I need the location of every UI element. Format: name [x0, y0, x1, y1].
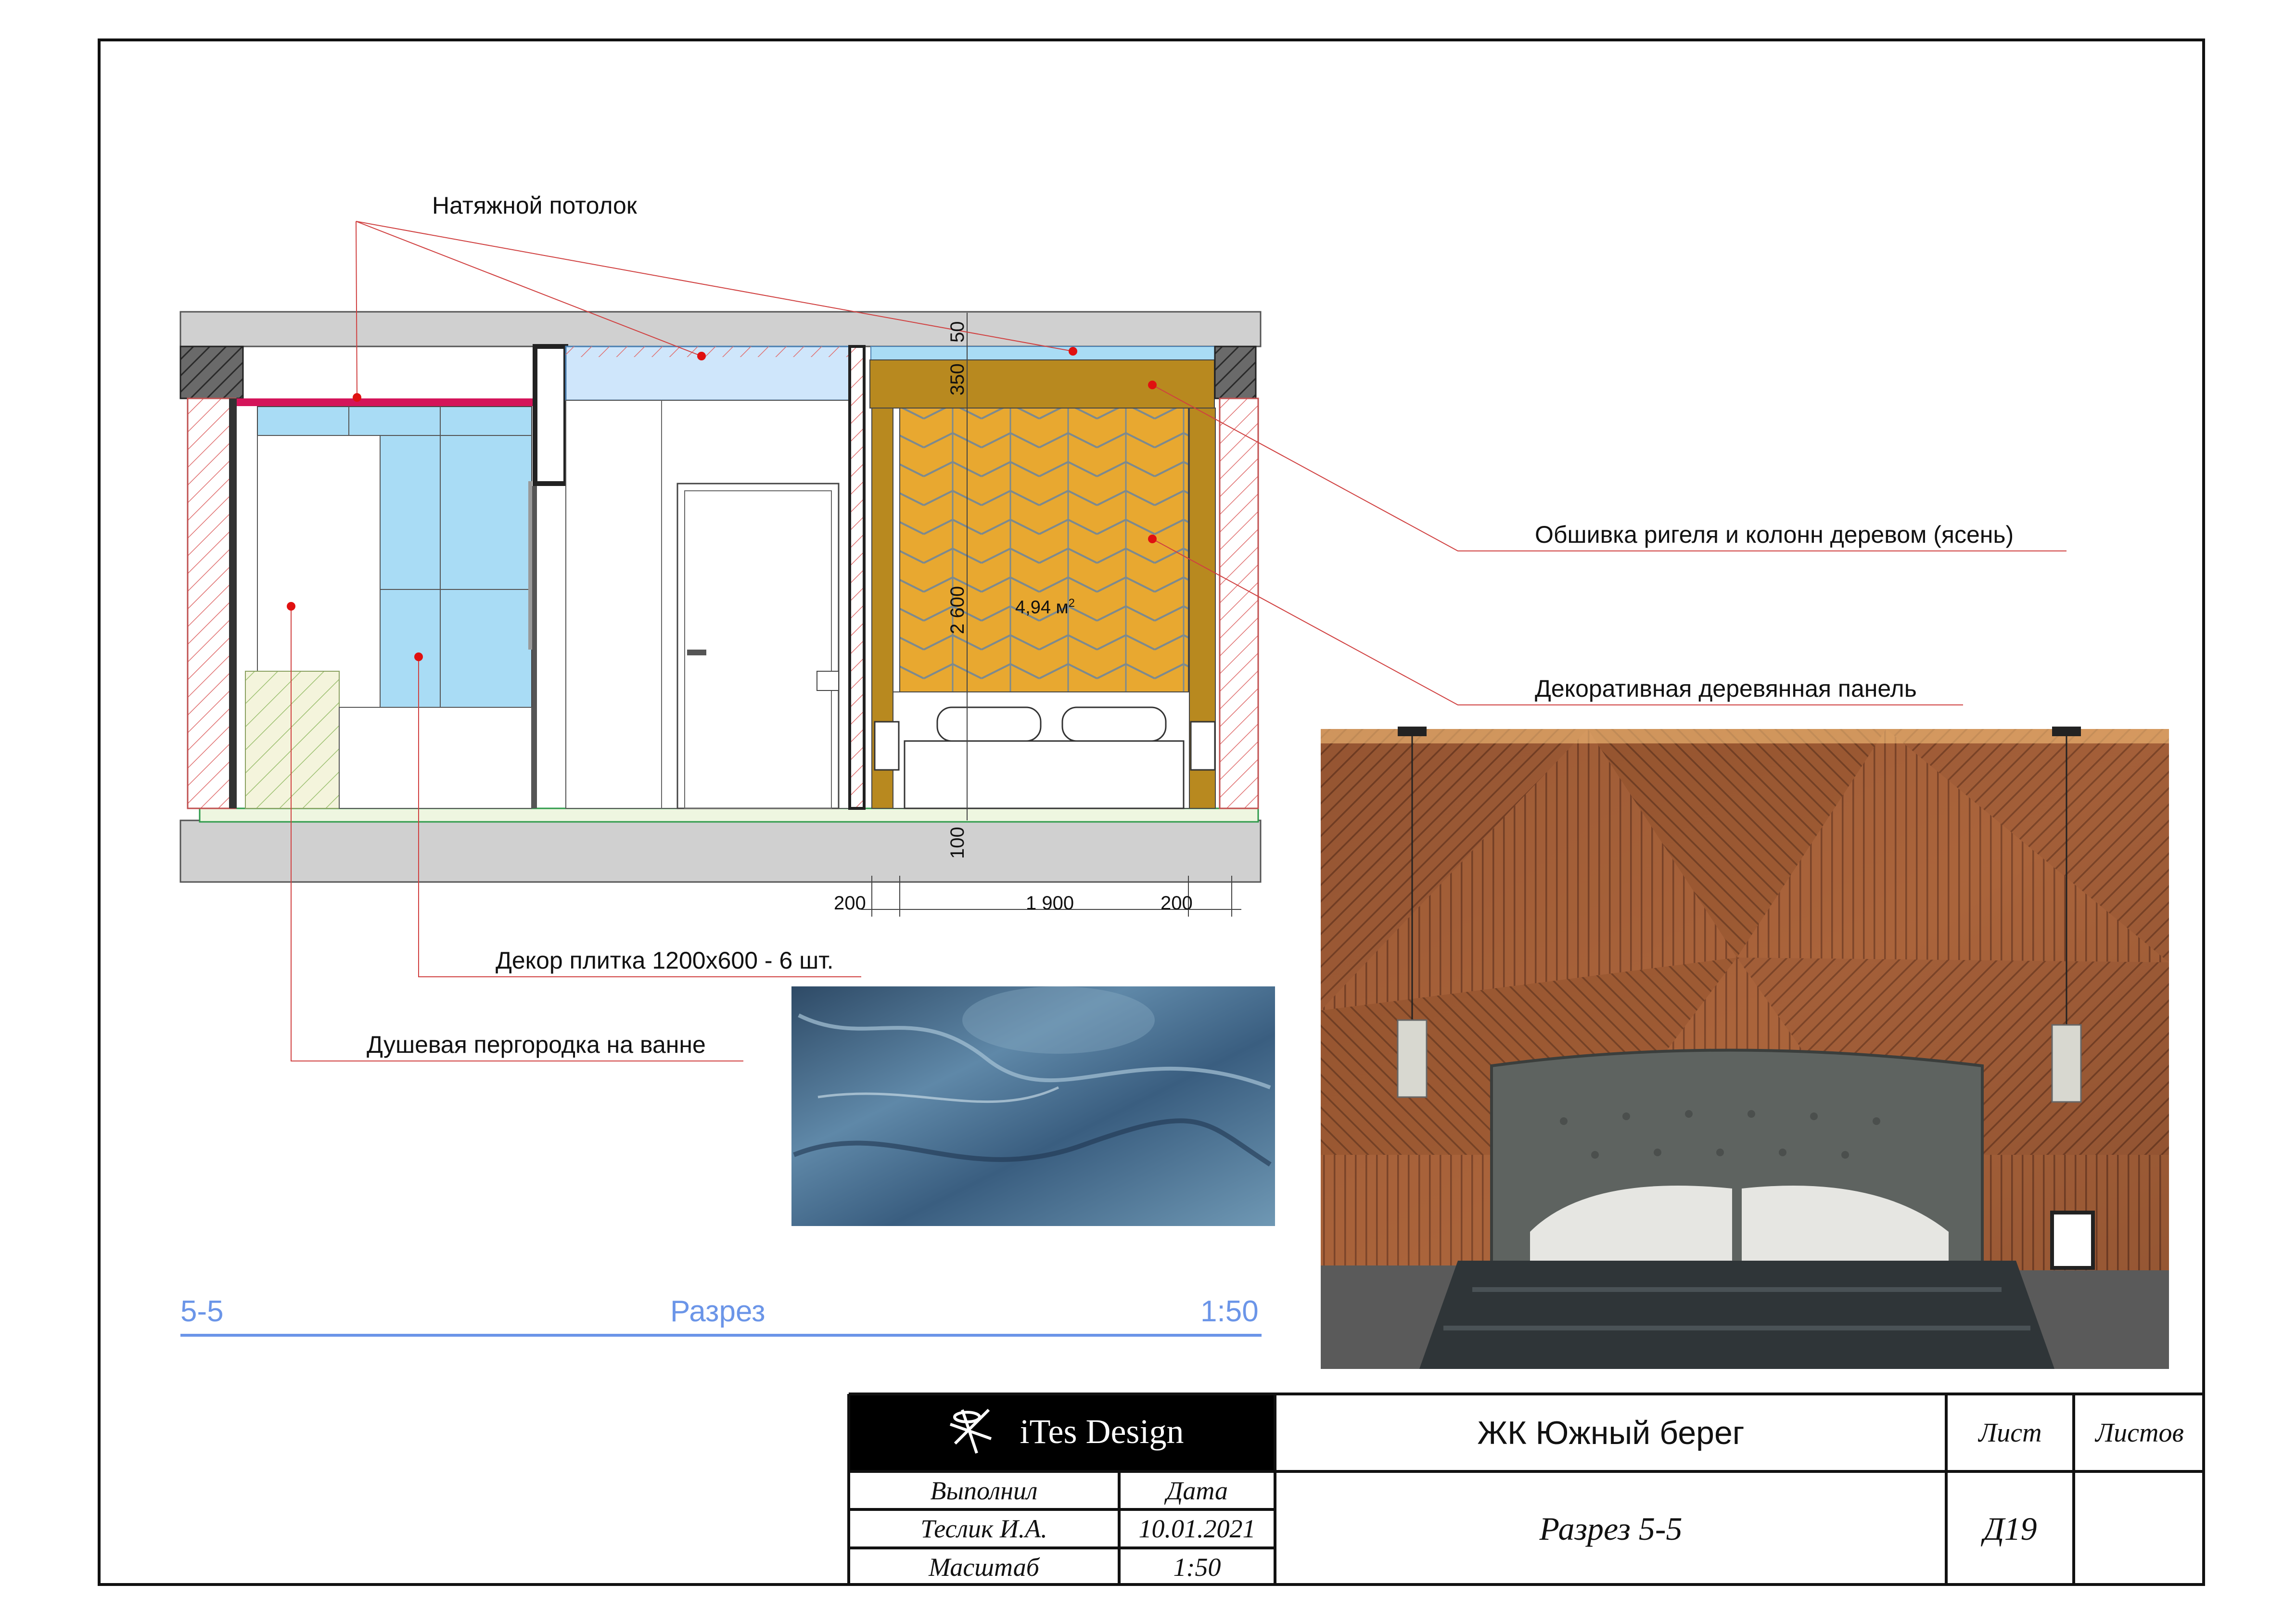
callout-wood-panel: Декоративная деревянная панель: [1535, 675, 1917, 702]
stretch-ceiling-line: [237, 398, 535, 406]
bedroom-photo: [1321, 727, 2169, 1369]
left-wall: [187, 397, 237, 809]
section-title: Разрез: [670, 1295, 765, 1328]
dim-beam: 350: [947, 363, 968, 396]
floor-screed: [199, 807, 1259, 823]
sheets-total: [2075, 1473, 2204, 1585]
author: Теслик И.А.: [920, 1514, 1047, 1543]
callout-stretch-ceiling: Натяжной потолок: [432, 192, 637, 219]
callout-wood-cladding: Обшивка ригеля и колонн деревом (ясень): [1535, 521, 2014, 548]
sheet-label: Лист: [1978, 1418, 2042, 1448]
floor-slab: [179, 819, 1262, 883]
dim-height: 2 600: [947, 586, 968, 634]
ceiling-slab: [179, 311, 1262, 347]
bathtub-box: [245, 671, 340, 809]
door: [676, 483, 840, 809]
shaft: [533, 344, 568, 486]
area-label: 4,94 м2: [1015, 597, 1075, 618]
date: 10.01.2021: [1138, 1514, 1256, 1543]
callout-decor-tile: Декор плитка 1200x600 - 6 шт.: [496, 947, 834, 974]
section-drawing: [179, 221, 2205, 1586]
dim-bed-width: 1 900: [1026, 893, 1074, 914]
scale-label: Масштаб: [929, 1553, 1039, 1582]
marble-tile-image: [791, 986, 1275, 1226]
sheets-label: Листов: [2095, 1418, 2184, 1448]
callout-shower-screen: Душевая пергородка на ванне: [367, 1031, 706, 1058]
wood-panel: [899, 408, 1189, 692]
dim-ceiling-gap: 50: [947, 321, 968, 343]
logo-text: iTes Design: [1020, 1412, 1184, 1451]
date-label: Дата: [1166, 1476, 1228, 1505]
section-id: 5-5: [180, 1295, 224, 1328]
performed-label: Выполнил: [930, 1476, 1038, 1505]
sheet-title: Разрез 5-5: [1539, 1510, 1683, 1547]
sheet-number: Д19: [1983, 1510, 2037, 1547]
dim-right-side: 200: [1161, 893, 1193, 914]
beam-cladding: [869, 359, 1215, 409]
dim-left-side: 200: [834, 893, 866, 914]
right-wall: [1219, 397, 1259, 809]
project-name: ЖК Южный берег: [1477, 1414, 1745, 1451]
scale-value: 1:50: [1173, 1553, 1221, 1582]
dim-floor: 100: [947, 827, 968, 859]
section-scale: 1:50: [1200, 1295, 1259, 1328]
